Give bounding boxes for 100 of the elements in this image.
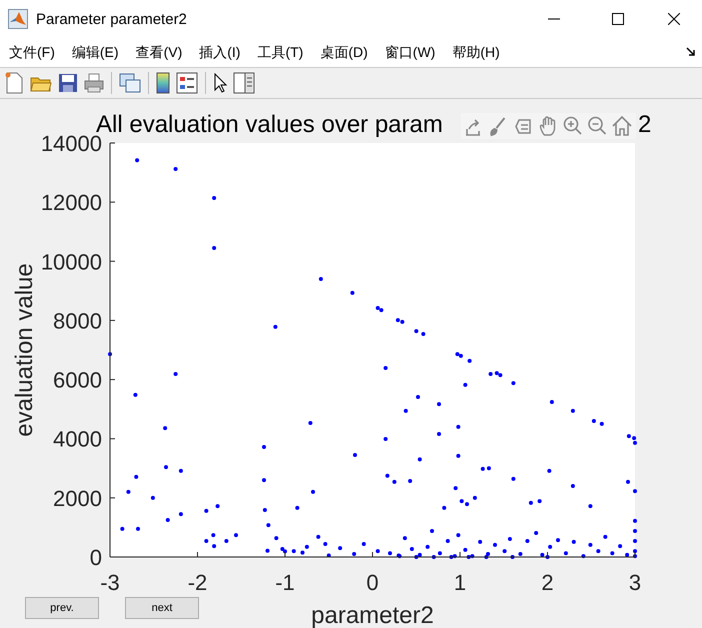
scatter-point bbox=[488, 372, 493, 376]
tick-label: 8000 bbox=[53, 308, 102, 334]
scatter-point bbox=[274, 536, 278, 540]
scatter-point bbox=[212, 196, 216, 200]
scatter-point bbox=[446, 539, 450, 543]
chart-title: 2 bbox=[638, 111, 652, 138]
scatter-point bbox=[588, 542, 592, 547]
save-icon[interactable] bbox=[58, 73, 78, 93]
scatter-point bbox=[633, 529, 637, 533]
scatter-point bbox=[316, 534, 320, 539]
linked-windows-icon[interactable] bbox=[119, 72, 141, 94]
scatter-point bbox=[385, 474, 390, 478]
brush-icon[interactable] bbox=[490, 117, 506, 136]
scatter-point bbox=[442, 506, 446, 510]
scatter-point bbox=[163, 426, 168, 430]
scatter-point bbox=[311, 490, 315, 494]
scatter-point bbox=[626, 480, 630, 484]
scatter-point bbox=[414, 329, 418, 334]
scatter-point bbox=[456, 454, 460, 458]
scatter-point bbox=[421, 332, 426, 336]
arrow-icon[interactable] bbox=[686, 47, 696, 57]
scatter-point bbox=[438, 551, 442, 556]
menu-item[interactable]: 窗口(W) bbox=[378, 42, 442, 64]
scatter-point bbox=[548, 544, 552, 549]
scatter-point bbox=[292, 549, 296, 554]
colorbar-icon[interactable] bbox=[156, 72, 170, 94]
scatter-point bbox=[486, 466, 491, 470]
scatter-point bbox=[570, 408, 575, 413]
home-icon[interactable] bbox=[612, 116, 632, 136]
pointer-icon[interactable] bbox=[213, 73, 227, 93]
scatter-point bbox=[534, 531, 538, 535]
menu-item[interactable]: 工具(T) bbox=[250, 42, 310, 64]
scatter-point bbox=[388, 551, 392, 556]
scatter-point bbox=[384, 366, 388, 370]
scatter-point bbox=[212, 246, 216, 250]
x-axis-label: parameter2 bbox=[311, 602, 434, 628]
scatter-point bbox=[108, 352, 112, 356]
scatter-point bbox=[338, 546, 342, 550]
printer-icon[interactable] bbox=[84, 73, 104, 93]
scatter-point bbox=[384, 437, 388, 441]
scatter-point bbox=[262, 508, 267, 512]
scatter-point bbox=[404, 408, 408, 413]
scatter-point bbox=[178, 468, 183, 473]
export-icon[interactable] bbox=[465, 119, 481, 136]
matlab-logo-icon bbox=[8, 9, 28, 29]
tick-label: -2 bbox=[188, 570, 208, 595]
scatter-point bbox=[178, 512, 183, 516]
scatter-point bbox=[262, 445, 266, 449]
scatter-point bbox=[174, 167, 178, 171]
tick-label: 0 bbox=[90, 545, 102, 570]
nav-button[interactable]: prev. bbox=[25, 597, 99, 619]
scatter-point bbox=[618, 544, 622, 548]
scatter-point bbox=[326, 554, 331, 558]
property-panel-icon[interactable] bbox=[233, 72, 255, 94]
scatter-point bbox=[508, 537, 512, 541]
scatter-point bbox=[402, 536, 407, 540]
scatter-point bbox=[300, 550, 304, 555]
scatter-point bbox=[408, 479, 412, 483]
scatter-point bbox=[352, 552, 356, 556]
scatter-point bbox=[472, 496, 477, 500]
scatter-point bbox=[416, 395, 420, 399]
legend-icon[interactable] bbox=[176, 72, 198, 94]
menu-item[interactable]: 编辑(E) bbox=[64, 42, 126, 64]
menu-item[interactable]: 插入(I) bbox=[192, 42, 248, 64]
menu-item[interactable]: 查看(V) bbox=[128, 42, 190, 64]
menu-item[interactable]: 桌面(D) bbox=[313, 42, 375, 64]
scatter-point bbox=[592, 419, 596, 423]
scatter-point bbox=[572, 540, 576, 544]
scatter-point bbox=[308, 421, 312, 425]
scatter-point bbox=[350, 290, 354, 295]
scatter-point bbox=[564, 551, 568, 556]
scatter-point bbox=[150, 496, 155, 500]
scatter-point bbox=[135, 158, 140, 162]
maximize-icon bbox=[612, 13, 624, 25]
data-tip-icon[interactable] bbox=[515, 119, 531, 134]
scatter-point bbox=[538, 499, 542, 504]
scatter-point bbox=[273, 324, 278, 329]
zoom-in-icon[interactable] bbox=[564, 116, 582, 135]
hand-icon[interactable] bbox=[540, 116, 556, 136]
scatter-point bbox=[528, 500, 533, 505]
scatter-point bbox=[603, 534, 608, 539]
scatter-point bbox=[266, 523, 270, 528]
scatter-point bbox=[224, 539, 228, 543]
nav-button[interactable]: next bbox=[125, 597, 199, 619]
scatter-point bbox=[323, 542, 328, 546]
scatter-point bbox=[437, 432, 441, 436]
new-file-icon[interactable] bbox=[4, 72, 24, 94]
scatter-point bbox=[266, 548, 270, 553]
tick-label: -3 bbox=[100, 570, 120, 595]
menu-item[interactable]: 帮助(H) bbox=[445, 42, 507, 64]
scatter-point bbox=[216, 504, 220, 508]
zoom-out-icon[interactable] bbox=[588, 116, 606, 135]
scatter-point bbox=[304, 544, 309, 549]
menu-item[interactable]: 文件(F) bbox=[2, 42, 62, 64]
scatter-point bbox=[134, 474, 138, 479]
scatter-point bbox=[633, 518, 637, 523]
scatter-point bbox=[610, 551, 614, 556]
scatter-point bbox=[437, 402, 441, 406]
scatter-point bbox=[480, 466, 485, 471]
scatter-point bbox=[502, 549, 507, 554]
